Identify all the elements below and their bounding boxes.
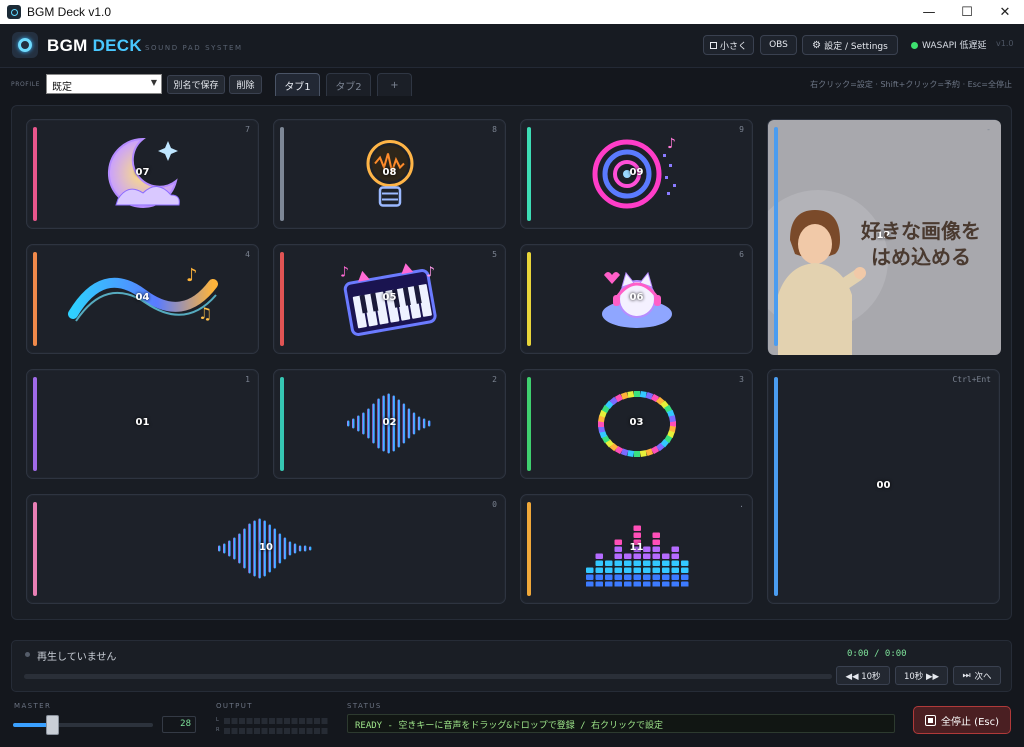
pad-02[interactable]: 2 02 — [273, 369, 506, 479]
pad-label: 03 — [629, 417, 644, 428]
version-label: v1.0 — [996, 39, 1014, 48]
window-icon — [709, 41, 717, 49]
svg-text:♪: ♪ — [426, 265, 435, 281]
pad-label: 04 — [135, 292, 150, 303]
stop-all-button[interactable]: 全停止 (Esc) — [913, 706, 1011, 734]
minimize-button[interactable]: — — [911, 0, 947, 24]
status-label: STATUS — [347, 702, 382, 710]
pad-03[interactable]: 3 03 — [520, 369, 753, 479]
next-button[interactable]: ⏭ 次へ — [953, 666, 1001, 685]
output-meter: L R — [216, 717, 328, 734]
tab-1[interactable]: タブ1 — [275, 73, 320, 96]
pad-00[interactable]: Ctrl+Ent 00 — [767, 369, 1000, 604]
brand-subtitle: SOUND PAD SYSTEM — [145, 44, 243, 52]
pad-label: 09 — [629, 167, 644, 178]
pad-06[interactable]: 6 06 — [520, 244, 753, 354]
maximize-button[interactable]: ☐ — [949, 0, 985, 24]
delete-profile-button[interactable]: 削除 — [229, 75, 262, 94]
pad-key: 6 — [739, 250, 744, 259]
master-volume-slider[interactable] — [13, 715, 153, 735]
pad-key: 7 — [245, 125, 250, 134]
logo-icon — [12, 32, 38, 58]
output-label: OUTPUT — [216, 702, 253, 710]
play-state-dot-icon — [25, 652, 30, 657]
pad-label: 11 — [629, 542, 644, 553]
pad-image-caption: 好きな画像を はめ込める — [846, 218, 996, 270]
profile-toolbar: PROFILE 既定 ▼ 別名で保存 削除 タブ1 タブ2 + 右クリック=設定… — [0, 68, 1024, 100]
pad-label: 07 — [135, 167, 150, 178]
meter-l-label: L — [216, 717, 219, 723]
pad-08[interactable]: 8 08 — [273, 119, 506, 229]
forward-10s-button[interactable]: 10秒 ▶▶ — [895, 666, 948, 685]
pad-label: 08 — [382, 167, 397, 178]
meter-segments — [224, 718, 328, 734]
status-text: READY - 空きキーに音声をドラッグ&ドロップで登録 / 右クリックで設定 — [347, 714, 895, 733]
seek-bar[interactable] — [24, 674, 832, 679]
pad-key: 5 — [492, 250, 497, 259]
svg-text:♪: ♪ — [667, 136, 676, 152]
pad-key: . — [739, 500, 744, 509]
master-label: MASTER — [14, 702, 52, 710]
pad-label: 01 — [135, 417, 150, 428]
mini-mode-button[interactable]: 小さく — [703, 35, 754, 55]
pad-key: 3 — [739, 375, 744, 384]
pad-label: 10 — [259, 542, 273, 553]
pad-key: 1 — [245, 375, 250, 384]
pad-07[interactable]: 7 07 — [26, 119, 259, 229]
svg-text:♪: ♪ — [340, 265, 349, 281]
profile-select[interactable]: 既定 ▼ — [46, 74, 162, 94]
pad-key: Ctrl+Ent — [952, 375, 991, 384]
pad-11[interactable]: . 11 — [520, 494, 753, 604]
skip-next-icon: ⏭ — [962, 670, 971, 681]
tab-2[interactable]: タブ2 — [326, 73, 371, 96]
pad-10[interactable]: 0 10 — [26, 494, 506, 604]
pad-grid: 7 07 8 08 ♪ 9 09-12 好きな画像を はめ込める ♪ ♫ 4 04 ♪ ♪ 5 05 6 06 1 01… — [11, 105, 1012, 620]
gear-icon: ⚙ — [812, 39, 822, 51]
brand-title: BGM DECK — [47, 36, 142, 55]
stop-icon — [924, 714, 936, 726]
settings-button[interactable]: ⚙ 設定 / Settings — [802, 35, 898, 55]
app-header: BGM DECK SOUND PAD SYSTEM 小さく OBS ⚙ 設定 /… — [0, 24, 1024, 68]
save-as-button[interactable]: 別名で保存 — [167, 75, 225, 94]
pad-key: 9 — [739, 125, 744, 134]
meter-r-label: R — [216, 727, 220, 733]
shortcut-hint: 右クリック=設定 · Shift+クリック=予約 · Esc=全停止 — [810, 80, 1012, 89]
pad-label: 05 — [382, 292, 397, 303]
close-button[interactable]: ✕ — [987, 0, 1023, 24]
pad-01[interactable]: 1 01 — [26, 369, 259, 479]
master-volume-thumb[interactable] — [46, 715, 60, 735]
pad-key: 4 — [245, 250, 250, 259]
pad-key: 2 — [492, 375, 497, 384]
player-panel: 再生していません 0:00 / 0:00 ◀◀ 10秒 10秒 ▶▶ ⏭ 次へ — [11, 640, 1012, 692]
window-titlebar: BGM Deck v1.0 — ☐ ✕ — [0, 0, 1024, 24]
add-tab-button[interactable]: + — [377, 73, 412, 96]
chevron-down-icon: ▼ — [150, 78, 157, 87]
master-volume-value[interactable]: 28 — [162, 716, 196, 733]
svg-text:♪: ♪ — [186, 265, 198, 286]
obs-button[interactable]: OBS — [760, 35, 797, 55]
pad-04[interactable]: ♪ ♫ 4 04 — [26, 244, 259, 354]
caption-line-2: はめ込める — [871, 245, 971, 269]
status-dot-icon — [911, 42, 918, 49]
rewind-10s-button[interactable]: ◀◀ 10秒 — [836, 666, 890, 685]
pad-label: 06 — [629, 292, 644, 303]
svg-text:♫: ♫ — [198, 304, 212, 323]
play-time: 0:00 / 0:00 — [847, 649, 907, 659]
pad-label: 00 — [876, 479, 891, 491]
pad-key: 8 — [492, 125, 497, 134]
pad-key: 0 — [492, 500, 497, 509]
profile-label: PROFILE — [11, 81, 41, 88]
caption-line-1: 好きな画像を — [861, 219, 981, 243]
now-playing-text: 再生していません — [37, 652, 117, 663]
pad-label: 02 — [382, 417, 397, 428]
audio-mode-status: WASAPI 低遅延 — [922, 41, 987, 51]
window-title: BGM Deck v1.0 — [27, 5, 112, 19]
app-icon — [7, 5, 21, 19]
pad-key: - — [986, 125, 991, 134]
pad-09[interactable]: ♪ 9 09 — [520, 119, 753, 229]
pad-05[interactable]: ♪ ♪ 5 05 — [273, 244, 506, 354]
pad-12[interactable]: -12 好きな画像を はめ込める — [767, 119, 1001, 355]
